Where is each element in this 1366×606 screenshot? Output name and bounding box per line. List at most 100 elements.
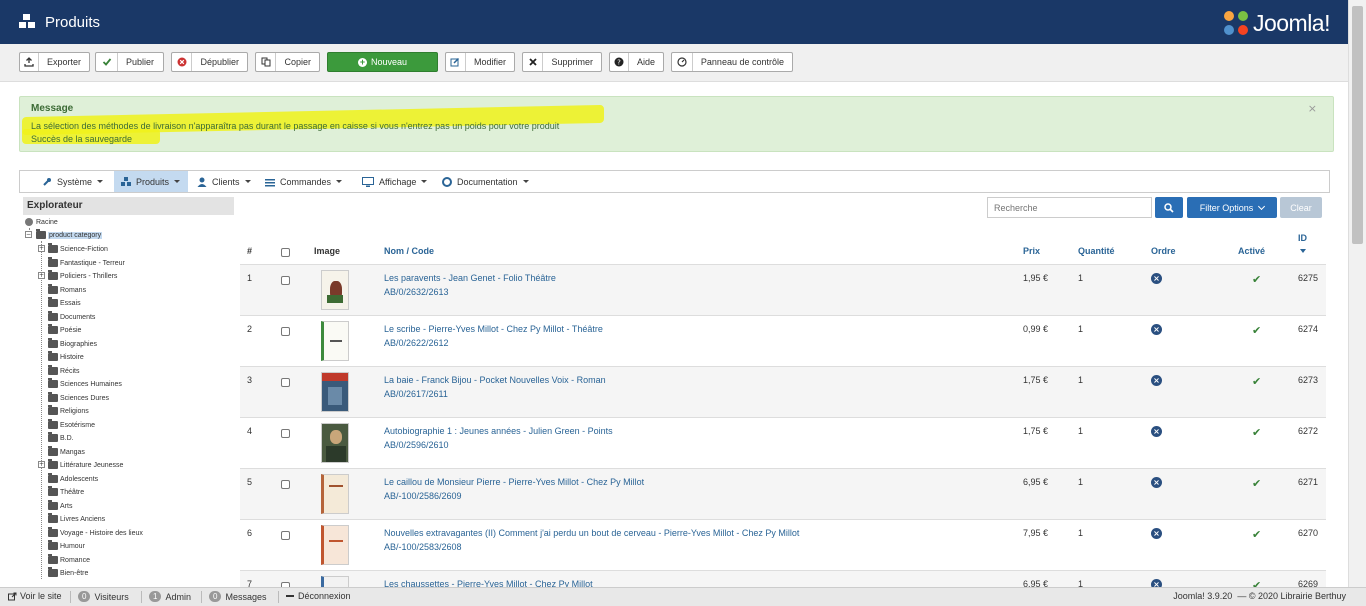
order-status-icon[interactable]: × [1151, 324, 1162, 335]
tree-item[interactable]: Voyage - Histoire des lieux [48, 527, 143, 539]
tree-item[interactable]: Policiers - Thrillers [48, 270, 117, 282]
col-order[interactable]: Ordre [1151, 246, 1176, 256]
product-thumbnail[interactable] [321, 372, 349, 412]
filter-options-button[interactable]: Filter Options [1187, 197, 1277, 218]
tree-product-category[interactable]: product category [36, 229, 103, 241]
row-checkbox[interactable] [281, 378, 290, 387]
menu-orders[interactable]: Commandes [265, 171, 343, 192]
menu-products[interactable]: Produits [114, 171, 188, 192]
menu-clients[interactable]: Clients [197, 171, 251, 192]
tree-expand-icon[interactable]: + [38, 461, 45, 468]
delete-button[interactable]: Supprimer [522, 52, 602, 72]
product-name-link[interactable]: Le scribe - Pierre-Yves Millot - Chez Py… [384, 324, 603, 334]
tree-collapse-icon[interactable]: − [25, 231, 32, 238]
tree-item[interactable]: Esotérisme [48, 419, 95, 431]
tree-item[interactable]: Sciences Humaines [48, 378, 122, 390]
published-check-icon[interactable]: ✔ [1252, 426, 1261, 439]
tree-item[interactable]: Arts [48, 500, 72, 512]
row-checkbox[interactable] [281, 276, 290, 285]
help-button[interactable]: ? Aide [609, 52, 664, 72]
product-name-link[interactable]: La baie - Franck Bijou - Pocket Nouvelle… [384, 375, 606, 385]
tree-item[interactable]: Romans [48, 284, 86, 296]
product-thumbnail[interactable] [321, 525, 349, 565]
published-check-icon[interactable]: ✔ [1252, 273, 1261, 286]
product-thumbnail[interactable] [321, 576, 349, 587]
tree-item[interactable]: Histoire [48, 351, 84, 363]
tree-item[interactable]: Adolescents [48, 473, 98, 485]
row-checkbox[interactable] [281, 480, 290, 489]
tree-root[interactable]: Racine [25, 216, 58, 228]
close-icon[interactable]: × [1308, 102, 1317, 115]
export-button[interactable]: Exporter [19, 52, 90, 72]
tree-item[interactable]: B.D. [48, 432, 74, 444]
tree-item[interactable]: Théâtre [48, 486, 84, 498]
tree-item[interactable]: Essais [48, 297, 81, 309]
order-status-icon[interactable]: × [1151, 426, 1162, 437]
control-panel-button[interactable]: Panneau de contrôle [671, 52, 793, 72]
messages-counter[interactable]: 0 Messages [209, 591, 266, 602]
product-name-link[interactable]: Les paravents - Jean Genet - Folio Théât… [384, 273, 556, 283]
page-scrollbar[interactable] [1348, 0, 1366, 587]
product-thumbnail[interactable] [321, 474, 349, 514]
unpublish-button[interactable]: Dépublier [171, 52, 248, 72]
published-check-icon[interactable]: ✔ [1252, 477, 1261, 490]
row-checkbox[interactable] [281, 429, 290, 438]
col-quantity[interactable]: Quantité [1078, 246, 1115, 256]
edit-button[interactable]: Modifier [445, 52, 515, 72]
caret-down-icon [174, 180, 181, 183]
tree-item[interactable]: Bien-être [48, 567, 88, 579]
tree-item[interactable]: Documents [48, 311, 95, 323]
publish-button[interactable]: Publier [95, 52, 164, 72]
menu-system[interactable]: Système [42, 171, 104, 192]
search-input[interactable] [987, 197, 1152, 218]
tree-item[interactable]: Sciences Dures [48, 392, 109, 404]
admin-counter[interactable]: 1 Admin [149, 591, 191, 602]
new-button[interactable]: + Nouveau [327, 52, 438, 72]
tree-item[interactable]: Poésie [48, 324, 81, 336]
product-thumbnail[interactable] [321, 270, 349, 310]
order-status-icon[interactable]: × [1151, 528, 1162, 539]
published-check-icon[interactable]: ✔ [1252, 579, 1261, 587]
published-check-icon[interactable]: ✔ [1252, 528, 1261, 541]
scrollbar-thumb[interactable] [1352, 6, 1363, 244]
tree-item[interactable]: Récits [48, 365, 79, 377]
menu-display[interactable]: Affichage [362, 171, 428, 192]
tree-item[interactable]: Humour [48, 540, 85, 552]
visitors-counter[interactable]: 0 Visiteurs [78, 591, 129, 602]
tree-item[interactable]: Religions [48, 405, 89, 417]
clear-button[interactable]: Clear [1280, 197, 1322, 218]
row-checkbox[interactable] [281, 531, 290, 540]
tree-item[interactable]: Biographies [48, 338, 97, 350]
tree-item[interactable]: Science-Fiction [48, 243, 108, 255]
menu-documentation[interactable]: Documentation [442, 171, 529, 192]
order-status-icon[interactable]: × [1151, 477, 1162, 488]
published-check-icon[interactable]: ✔ [1252, 324, 1261, 337]
order-status-icon[interactable]: × [1151, 579, 1162, 587]
product-name-link[interactable]: Le caillou de Monsieur Pierre - Pierre-Y… [384, 477, 644, 487]
product-name-link[interactable]: Les chaussettes - Pierre-Yves Millot - C… [384, 579, 593, 587]
tree-item[interactable]: Romance [48, 554, 90, 566]
tree-item[interactable]: Fantastique - Terreur [48, 257, 125, 269]
col-active[interactable]: Activé [1238, 246, 1265, 256]
view-site-link[interactable]: Voir le site [8, 591, 62, 601]
order-status-icon[interactable]: × [1151, 273, 1162, 284]
col-price[interactable]: Prix [1023, 246, 1040, 256]
tree-expand-icon[interactable]: + [38, 245, 45, 252]
copy-button[interactable]: Copier [255, 52, 320, 72]
product-name-link[interactable]: Nouvelles extravagantes (II) Comment j'a… [384, 528, 799, 538]
tree-item[interactable]: Livres Anciens [48, 513, 105, 525]
tree-item[interactable]: Mangas [48, 446, 85, 458]
search-button[interactable] [1155, 197, 1183, 218]
tree-expand-icon[interactable]: + [38, 272, 45, 279]
product-name-link[interactable]: Autobiographie 1 : Jeunes années - Julie… [384, 426, 613, 436]
published-check-icon[interactable]: ✔ [1252, 375, 1261, 388]
select-all-checkbox[interactable] [281, 248, 290, 257]
product-thumbnail[interactable] [321, 321, 349, 361]
logout-link[interactable]: Déconnexion [286, 591, 351, 601]
col-id[interactable]: ID [1298, 233, 1307, 243]
col-name-code[interactable]: Nom / Code [384, 246, 434, 256]
tree-item[interactable]: Littérature Jeunesse [48, 459, 123, 471]
row-checkbox[interactable] [281, 327, 290, 336]
product-thumbnail[interactable] [321, 423, 349, 463]
order-status-icon[interactable]: × [1151, 375, 1162, 386]
